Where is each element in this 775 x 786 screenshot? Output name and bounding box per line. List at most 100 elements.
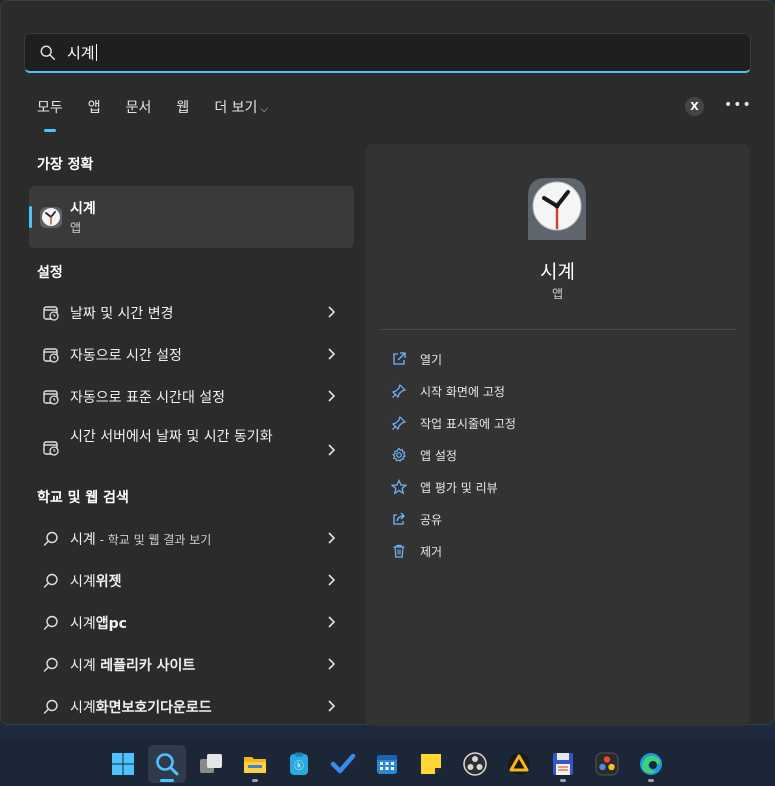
- todo-icon[interactable]: [324, 745, 362, 783]
- tab-all[interactable]: 모두: [29, 95, 71, 125]
- web-result-label: 시계 - 학교 및 웹 결과 보기: [70, 529, 211, 549]
- web-result-label: 시계 레플리카 사이트: [70, 655, 195, 675]
- settings-item-label: 자동으로 시간 설정: [70, 348, 182, 364]
- chevron-right-icon: [328, 390, 336, 402]
- chevron-right-icon: [328, 658, 336, 670]
- web-result-label: 시계위젯: [70, 571, 122, 591]
- resolve-glyph: [595, 752, 619, 776]
- search-icon: [156, 753, 179, 776]
- edge-icon[interactable]: [632, 745, 670, 783]
- search-input[interactable]: 시계: [24, 33, 751, 73]
- app-settings-action[interactable]: 앱 설정: [391, 443, 457, 467]
- start-search-panel: 시계 모두 앱 문서 웹 더 보기⌵ X ••• 가장 정확 시계 앱 설정: [0, 0, 775, 726]
- obs-glyph: [463, 752, 487, 776]
- task-view-icon[interactable]: [192, 745, 230, 783]
- floppy-icon: [553, 753, 573, 775]
- search-icon: [43, 573, 58, 588]
- settings-item-label: 날짜 및 시간 변경: [70, 306, 174, 322]
- settings-item[interactable]: 자동으로 표준 시간대 설정: [29, 376, 354, 416]
- calendar-icon[interactable]: [368, 745, 406, 783]
- share-action[interactable]: 공유: [391, 507, 442, 531]
- settings-item[interactable]: 자동으로 시간 설정: [29, 334, 354, 374]
- calendar-glyph: [377, 755, 397, 774]
- vlc-style-icon[interactable]: [500, 745, 538, 783]
- preview-pane: 시계 앱 열기 시작 화면에 고정 작업 표시줄에 고정 앱 설정 앱 평가 및…: [365, 144, 750, 726]
- tab-apps[interactable]: 앱: [80, 95, 109, 125]
- action-label: 제거: [420, 544, 443, 559]
- open-icon: [393, 352, 406, 365]
- calendar-clock-icon: [43, 390, 59, 405]
- chevron-right-icon: [328, 574, 336, 586]
- taskbar: ⓚ: [0, 739, 775, 786]
- settings-item-label: 시간 서버에서 날짜 및 시간 동기화: [70, 429, 273, 445]
- tab-more[interactable]: 더 보기 ⌵: [206, 95, 276, 125]
- pin-to-taskbar-action[interactable]: 작업 표시줄에 고정: [391, 411, 516, 435]
- tab-web[interactable]: 웹: [168, 95, 197, 125]
- folder-icon: [244, 757, 266, 773]
- search-query-text: 시계: [67, 44, 95, 62]
- web-result-label: 시계화면보호기다운로드: [70, 697, 212, 717]
- clipboard-app-icon[interactable]: ⓚ: [280, 745, 318, 783]
- web-result-item[interactable]: 시계앱pc: [29, 602, 354, 642]
- star-icon: [391, 479, 407, 495]
- file-explorer-icon[interactable]: [236, 745, 274, 783]
- sticky-notes-icon[interactable]: [412, 745, 450, 783]
- web-result-item[interactable]: 시계 - 학교 및 웹 결과 보기: [29, 518, 354, 558]
- web-result-label: 시계앱pc: [70, 613, 127, 633]
- triangle-app-icon: [508, 753, 530, 775]
- settings-item[interactable]: 날짜 및 시간 변경: [29, 292, 354, 332]
- search-icon: [40, 45, 56, 60]
- windows-logo: [112, 753, 134, 775]
- edge-glyph: [640, 753, 662, 775]
- open-action[interactable]: 열기: [391, 347, 442, 371]
- best-match-heading: 가장 정확: [37, 157, 94, 173]
- calendar-clock-icon: [43, 306, 59, 321]
- search-icon: [43, 657, 58, 672]
- web-result-suggestion: 화면보호기다운로드: [95, 700, 212, 716]
- tab-more-label: 더 보기: [214, 100, 258, 116]
- taskbar-search-icon[interactable]: [148, 745, 186, 783]
- action-label: 앱 설정: [420, 448, 457, 463]
- web-result-item[interactable]: 시계위젯: [29, 560, 354, 600]
- web-search-heading: 학교 및 웹 검색: [37, 490, 129, 506]
- web-result-suffix: - 학교 및 웹 결과 보기: [95, 533, 212, 547]
- running-indicator: [560, 779, 566, 782]
- action-label: 열기: [420, 352, 443, 367]
- svg-text:ⓚ: ⓚ: [294, 760, 304, 772]
- filter-tabs: 모두 앱 문서 웹 더 보기 ⌵: [29, 95, 285, 125]
- resolve-icon[interactable]: [588, 745, 626, 783]
- web-result-item[interactable]: 시계 레플리카 사이트: [29, 644, 354, 684]
- windows-start-icon[interactable]: [104, 745, 142, 783]
- best-match-item[interactable]: 시계 앱: [29, 186, 354, 248]
- close-button[interactable]: X: [685, 97, 704, 116]
- settings-heading: 설정: [37, 265, 63, 281]
- settings-item[interactable]: 시간 서버에서 날짜 및 시간 동기화: [29, 427, 354, 473]
- more-options-icon[interactable]: •••: [724, 97, 751, 116]
- action-label: 앱 평가 및 리뷰: [420, 480, 498, 495]
- web-result-prefix: 시계: [70, 532, 96, 548]
- chevron-right-icon: [328, 444, 336, 456]
- preview-subtitle: 앱: [551, 287, 564, 301]
- selection-indicator: [29, 206, 32, 228]
- divider: [380, 329, 735, 330]
- tab-documents[interactable]: 문서: [118, 95, 160, 125]
- note-icon: [421, 754, 441, 774]
- active-indicator: [160, 779, 174, 782]
- running-indicator: [648, 779, 654, 782]
- pin-icon: [391, 415, 407, 431]
- pin-to-start-action[interactable]: 시작 화면에 고정: [391, 379, 505, 403]
- clock-app-icon: [40, 207, 62, 228]
- uninstall-action[interactable]: 제거: [391, 539, 442, 563]
- obs-icon[interactable]: [456, 745, 494, 783]
- checkmark-icon: [330, 753, 356, 774]
- rate-and-review-action[interactable]: 앱 평가 및 리뷰: [391, 475, 498, 499]
- chevron-down-icon: ⌵: [260, 104, 268, 115]
- web-result-item[interactable]: 시계화면보호기다운로드: [29, 686, 354, 726]
- action-label: 공유: [420, 512, 443, 527]
- notepad-save-icon[interactable]: [544, 745, 582, 783]
- chevron-right-icon: [328, 532, 336, 544]
- chevron-right-icon: [328, 306, 336, 318]
- web-result-prefix: 시계: [70, 700, 96, 716]
- best-match-kind: 앱: [70, 221, 82, 235]
- running-indicator: [252, 779, 258, 782]
